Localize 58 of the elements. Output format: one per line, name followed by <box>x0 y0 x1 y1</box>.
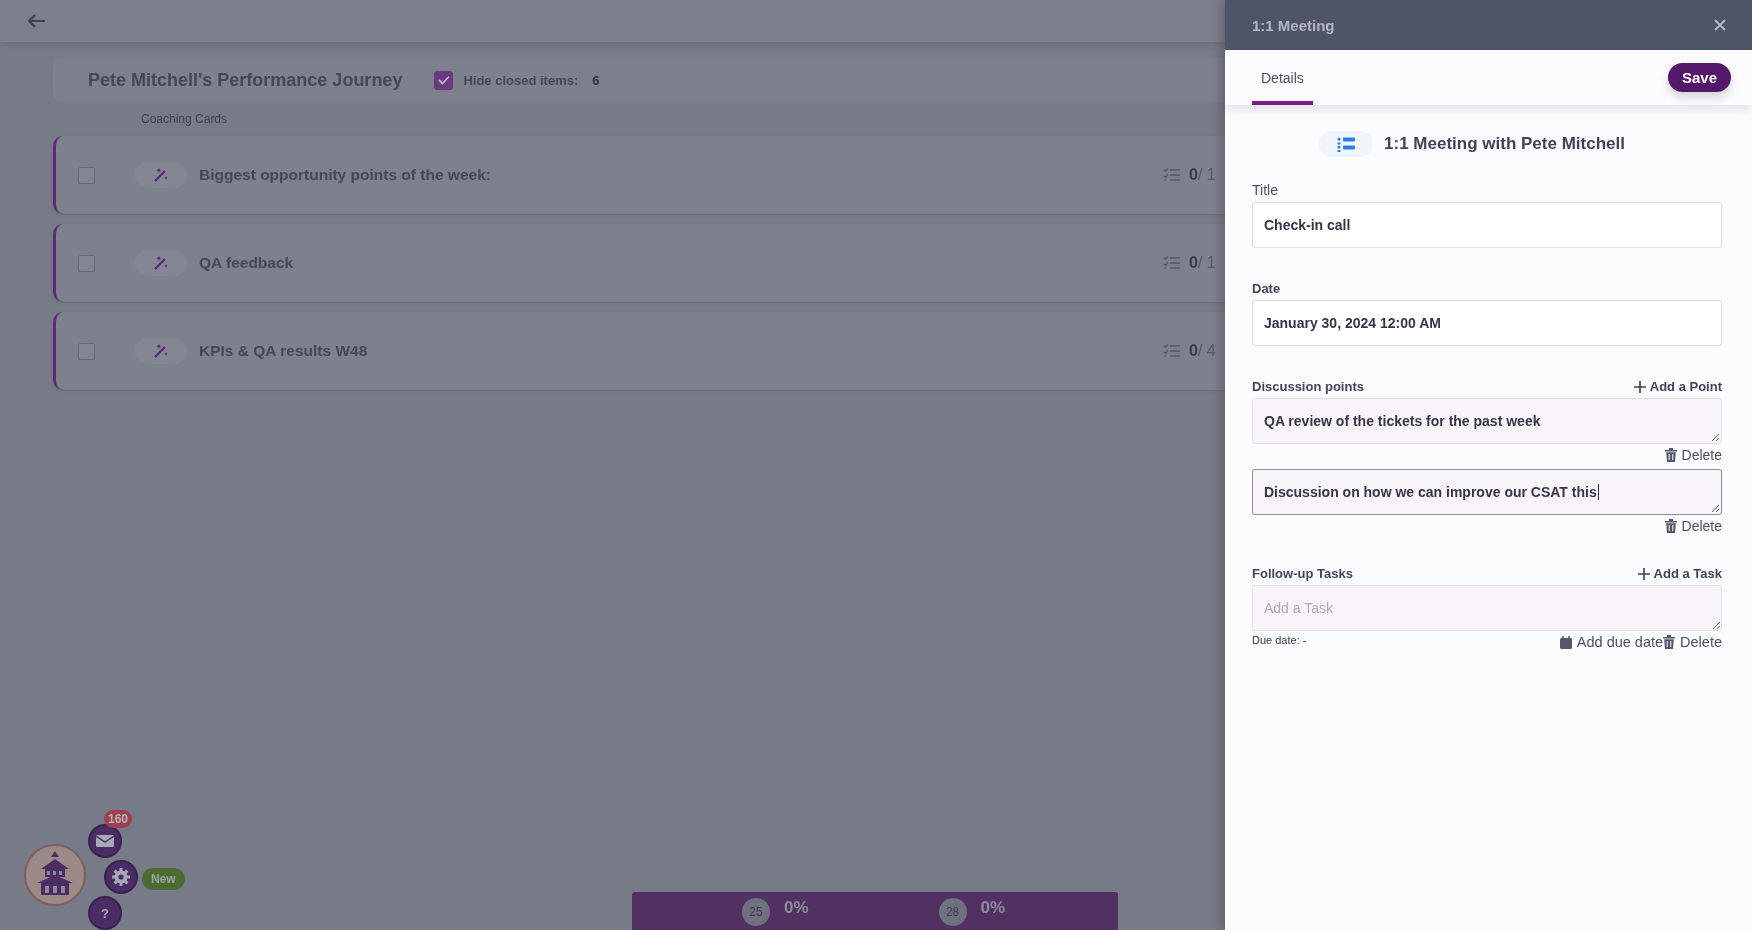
card-checkbox[interactable] <box>78 342 95 360</box>
magic-wand-icon <box>135 250 187 276</box>
resize-handle-icon[interactable] <box>1711 433 1719 441</box>
plus-icon <box>1637 567 1650 580</box>
checklist-icon <box>1163 343 1181 359</box>
hide-closed-checkbox[interactable] <box>434 70 454 90</box>
add-due-date-link[interactable]: Add due date <box>1559 634 1664 650</box>
date-input[interactable]: January 30, 2024 12:00 AM <box>1252 300 1722 346</box>
plus-icon <box>1633 380 1646 393</box>
hide-closed-label: Hide closed items: <box>463 72 579 88</box>
task-input[interactable]: Add a Task <box>1252 585 1722 631</box>
mail-button[interactable] <box>88 824 122 858</box>
field-label: Discussion points <box>1252 379 1364 394</box>
due-date-text: Due date: - <box>1252 634 1307 646</box>
magic-wand-icon <box>135 162 187 188</box>
panel-title: 1:1 Meeting <box>1252 16 1335 34</box>
field-label: Title <box>1252 182 1279 198</box>
meeting-heading: 1:1 Meeting with Pete Mitchell <box>1384 134 1625 154</box>
settings-icon <box>111 867 131 887</box>
checkmark-icon <box>437 75 450 85</box>
delete-link[interactable]: Delete <box>1664 447 1722 463</box>
calendar-icon <box>1559 635 1572 649</box>
add-point-link[interactable]: Add a Point <box>1633 379 1722 394</box>
new-badge: New <box>142 868 185 890</box>
help-button[interactable]: ? <box>88 896 122 930</box>
card-title: KPIs & QA results W48 <box>199 342 368 360</box>
card-title: QA feedback <box>199 254 294 272</box>
progress-percent: 0% <box>980 898 1006 918</box>
discussion-point-input[interactable]: Discussion on how we can improve our CSAT this <box>1252 469 1722 515</box>
delete-link[interactable]: Delete <box>1663 634 1722 650</box>
checklist-icon <box>1163 255 1181 271</box>
discussion-point-input[interactable]: QA review of the tickets for the past week <box>1252 398 1722 444</box>
journey-title: Pete Mitchell's Performance Journey <box>88 69 403 91</box>
hidden-count: 6 <box>592 72 600 88</box>
details-tab[interactable]: Details <box>1252 50 1313 105</box>
card-checkbox[interactable] <box>78 166 95 184</box>
checklist-icon <box>1163 167 1181 183</box>
resize-handle-icon[interactable] <box>1711 504 1719 512</box>
field-label: Follow-up Tasks <box>1252 566 1353 581</box>
progress-percent: 0% <box>784 898 809 918</box>
save-button[interactable]: Save <box>1667 63 1731 92</box>
card-checkbox[interactable] <box>78 254 95 272</box>
section-label: Coaching Cards <box>141 112 229 128</box>
trash-icon <box>1664 519 1677 533</box>
notification-badge: 160 <box>104 810 133 828</box>
close-icon[interactable] <box>1714 19 1726 31</box>
card-title: Biggest opportunity points of the week: <box>199 166 491 184</box>
add-task-link[interactable]: Add a Task <box>1637 566 1722 581</box>
envelope-icon <box>95 834 115 848</box>
trash-icon <box>1663 635 1676 649</box>
title-input[interactable]: Check-in call <box>1252 202 1722 248</box>
delete-link[interactable]: Delete <box>1664 518 1722 534</box>
magic-wand-icon <box>135 338 187 364</box>
field-label: Date <box>1252 281 1282 296</box>
settings-button[interactable] <box>104 860 138 894</box>
trash-icon <box>1664 448 1677 462</box>
back-arrow-icon[interactable] <box>28 14 46 28</box>
meeting-list-icon <box>1319 131 1374 157</box>
